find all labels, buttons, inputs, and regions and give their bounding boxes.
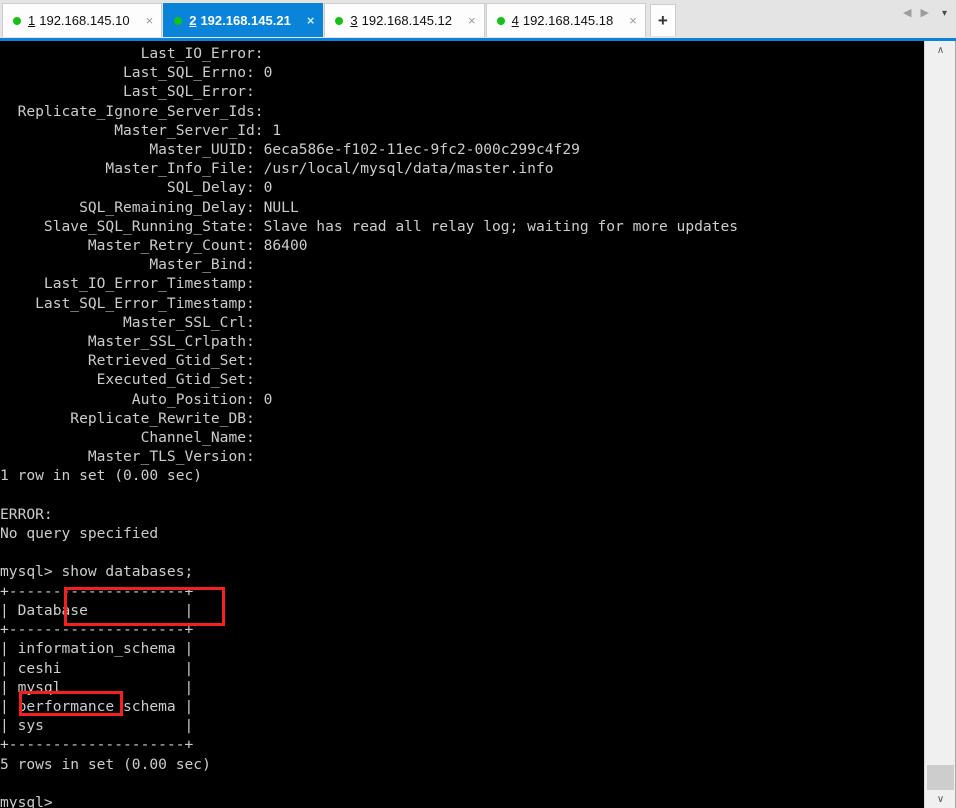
terminal-text: Last_IO_Error: Last_SQL_Errno: 0 Last_SQ… bbox=[0, 45, 739, 808]
tab-label: 192.168.145.12 bbox=[361, 13, 453, 28]
tab-1[interactable]: 1 192.168.145.10 × bbox=[2, 3, 163, 37]
tab-list-chevron-down-icon[interactable]: ▾ bbox=[942, 8, 947, 19]
tab-scroll-right-icon[interactable]: ▶ bbox=[921, 8, 929, 19]
tab-label: 192.168.145.21 bbox=[200, 13, 291, 28]
tab-bar: 1 192.168.145.10 × 2 192.168.145.21 × 3 … bbox=[0, 0, 956, 41]
scrollbar-thumb[interactable] bbox=[927, 765, 954, 791]
tab-navigation-controls: ◀ ▶ ▾ bbox=[903, 8, 952, 19]
tab-index: 1 bbox=[28, 13, 36, 28]
scroll-down-arrow-icon[interactable]: ∨ bbox=[925, 790, 956, 808]
tab-index: 3 bbox=[350, 13, 358, 28]
tab-index: 2 bbox=[189, 13, 197, 28]
scroll-up-arrow-icon[interactable]: ∧ bbox=[925, 41, 956, 59]
tab-label: 192.168.145.18 bbox=[522, 13, 614, 28]
tab-status-dot-icon bbox=[496, 16, 505, 25]
tab-close-icon[interactable]: × bbox=[464, 14, 480, 27]
tab-scroll-left-icon[interactable]: ◀ bbox=[903, 8, 911, 19]
tab-label: 192.168.145.10 bbox=[39, 13, 130, 28]
tab-close-icon[interactable]: × bbox=[625, 14, 641, 27]
tab-index: 4 bbox=[511, 13, 519, 28]
terminal-output-pane[interactable]: Last_IO_Error: Last_SQL_Errno: 0 Last_SQ… bbox=[0, 41, 924, 808]
tab-close-icon[interactable]: × bbox=[142, 14, 158, 27]
vertical-scrollbar[interactable]: ∧ ∨ bbox=[924, 41, 956, 808]
tab-status-dot-icon bbox=[174, 16, 183, 25]
tab-2[interactable]: 2 192.168.145.21 × bbox=[163, 3, 324, 37]
new-tab-button[interactable]: + bbox=[649, 4, 676, 36]
tab-strip: 1 192.168.145.10 × 2 192.168.145.21 × 3 … bbox=[0, 0, 676, 38]
tab-3[interactable]: 3 192.168.145.12 × bbox=[324, 3, 485, 37]
tab-4[interactable]: 4 192.168.145.18 × bbox=[485, 3, 646, 37]
tab-status-dot-icon bbox=[13, 16, 21, 25]
tab-close-icon[interactable]: × bbox=[303, 14, 319, 27]
tab-status-dot-icon bbox=[335, 16, 344, 25]
